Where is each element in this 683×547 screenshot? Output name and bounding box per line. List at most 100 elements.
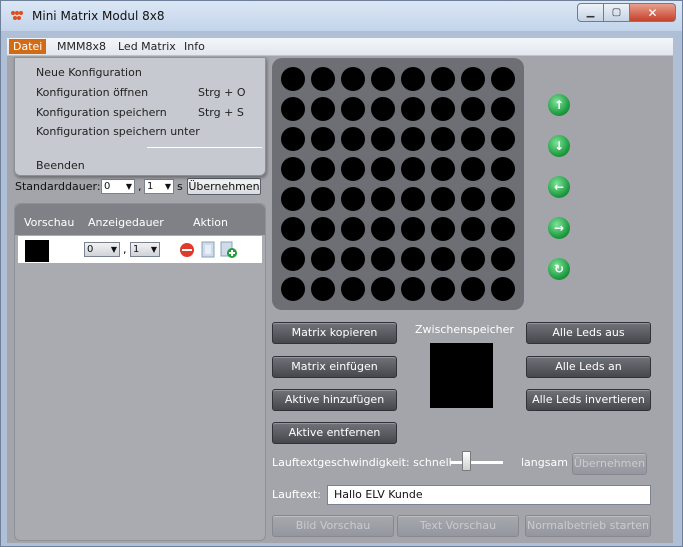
- led-6-6[interactable]: [461, 247, 485, 271]
- remove-active-button[interactable]: Aktive entfernen: [272, 422, 397, 444]
- led-5-7[interactable]: [491, 217, 515, 241]
- led-6-7[interactable]: [491, 247, 515, 271]
- led-0-7[interactable]: [491, 67, 515, 91]
- led-6-3[interactable]: [371, 247, 395, 271]
- row-tenths-combo[interactable]: 1 ▼: [130, 242, 160, 257]
- led-4-3[interactable]: [371, 187, 395, 211]
- led-2-6[interactable]: [461, 127, 485, 151]
- speed-slider-thumb[interactable]: [462, 451, 471, 471]
- matrix-paste-button[interactable]: Matrix einfügen: [272, 356, 397, 378]
- close-icon[interactable]: ✕: [630, 3, 676, 22]
- led-1-4[interactable]: [401, 97, 425, 121]
- led-1-6[interactable]: [461, 97, 485, 121]
- led-7-4[interactable]: [401, 277, 425, 301]
- list-item[interactable]: 0 ▼ , 1 ▼: [18, 236, 262, 263]
- led-3-4[interactable]: [401, 157, 425, 181]
- menu-item-exit[interactable]: Beenden: [36, 159, 85, 172]
- right-arrow-icon[interactable]: →: [548, 217, 570, 239]
- speed-apply-button[interactable]: Übernehmen: [572, 453, 647, 475]
- led-6-0[interactable]: [281, 247, 305, 271]
- led-4-1[interactable]: [311, 187, 335, 211]
- add-active-button[interactable]: Aktive hinzufügen: [272, 389, 397, 411]
- led-4-0[interactable]: [281, 187, 305, 211]
- led-3-6[interactable]: [461, 157, 485, 181]
- led-5-6[interactable]: [461, 217, 485, 241]
- led-3-1[interactable]: [311, 157, 335, 181]
- led-2-1[interactable]: [311, 127, 335, 151]
- led-4-5[interactable]: [431, 187, 455, 211]
- minimize-icon[interactable]: ▁: [577, 3, 604, 22]
- led-3-0[interactable]: [281, 157, 305, 181]
- led-2-2[interactable]: [341, 127, 365, 151]
- led-0-5[interactable]: [431, 67, 455, 91]
- led-7-2[interactable]: [341, 277, 365, 301]
- led-1-1[interactable]: [311, 97, 335, 121]
- image-preview-button[interactable]: Bild Vorschau: [272, 515, 394, 537]
- led-4-4[interactable]: [401, 187, 425, 211]
- led-7-0[interactable]: [281, 277, 305, 301]
- led-6-2[interactable]: [341, 247, 365, 271]
- menu-item-save-as[interactable]: Konfiguration speichern unter: [36, 125, 200, 138]
- led-5-2[interactable]: [341, 217, 365, 241]
- led-7-1[interactable]: [311, 277, 335, 301]
- led-2-0[interactable]: [281, 127, 305, 151]
- menu-info[interactable]: Info: [180, 39, 209, 54]
- led-7-6[interactable]: [461, 277, 485, 301]
- delete-icon[interactable]: [179, 242, 195, 258]
- led-3-7[interactable]: [491, 157, 515, 181]
- led-0-0[interactable]: [281, 67, 305, 91]
- matrix-copy-button[interactable]: Matrix kopieren: [272, 322, 397, 344]
- led-1-7[interactable]: [491, 97, 515, 121]
- led-4-2[interactable]: [341, 187, 365, 211]
- led-6-4[interactable]: [401, 247, 425, 271]
- led-3-2[interactable]: [341, 157, 365, 181]
- row-seconds-combo[interactable]: 0 ▼: [84, 242, 120, 257]
- led-2-5[interactable]: [431, 127, 455, 151]
- all-leds-on-button[interactable]: Alle Leds an: [526, 356, 651, 378]
- led-5-4[interactable]: [401, 217, 425, 241]
- led-6-5[interactable]: [431, 247, 455, 271]
- add-copy-icon[interactable]: [220, 241, 238, 259]
- led-0-6[interactable]: [461, 67, 485, 91]
- up-arrow-icon[interactable]: ↑: [548, 94, 570, 116]
- maximize-icon[interactable]: ▢: [604, 3, 630, 22]
- led-2-4[interactable]: [401, 127, 425, 151]
- menu-item-open-config[interactable]: Konfiguration öffnen: [36, 86, 148, 99]
- left-arrow-icon[interactable]: ←: [548, 176, 570, 198]
- led-5-3[interactable]: [371, 217, 395, 241]
- standard-apply-button[interactable]: Übernehmen: [187, 178, 261, 195]
- led-1-0[interactable]: [281, 97, 305, 121]
- speed-slider-track[interactable]: [450, 461, 503, 464]
- down-arrow-icon[interactable]: ↓: [548, 135, 570, 157]
- menu-mmm8x8[interactable]: MMM8x8: [53, 39, 110, 54]
- led-5-1[interactable]: [311, 217, 335, 241]
- led-2-3[interactable]: [371, 127, 395, 151]
- scrolltext-input[interactable]: Hallo ELV Kunde: [327, 485, 651, 505]
- rotate-icon[interactable]: ↻: [548, 258, 570, 280]
- all-leds-off-button[interactable]: Alle Leds aus: [526, 322, 651, 344]
- led-7-5[interactable]: [431, 277, 455, 301]
- led-0-4[interactable]: [401, 67, 425, 91]
- led-4-7[interactable]: [491, 187, 515, 211]
- led-3-5[interactable]: [431, 157, 455, 181]
- led-0-3[interactable]: [371, 67, 395, 91]
- menu-datei[interactable]: Datei: [9, 39, 47, 54]
- led-6-1[interactable]: [311, 247, 335, 271]
- led-2-7[interactable]: [491, 127, 515, 151]
- led-1-5[interactable]: [431, 97, 455, 121]
- standard-seconds-combo[interactable]: 0 ▼: [101, 179, 135, 194]
- led-3-3[interactable]: [371, 157, 395, 181]
- title-bar[interactable]: Mini Matrix Modul 8x8 ▁ ▢ ✕: [1, 1, 682, 31]
- copy-icon[interactable]: [201, 241, 215, 258]
- led-1-2[interactable]: [341, 97, 365, 121]
- led-5-0[interactable]: [281, 217, 305, 241]
- normal-mode-button[interactable]: Normalbetrieb starten: [525, 515, 651, 537]
- led-5-5[interactable]: [431, 217, 455, 241]
- led-0-2[interactable]: [341, 67, 365, 91]
- menu-item-save-config[interactable]: Konfiguration speichern: [36, 106, 167, 119]
- led-4-6[interactable]: [461, 187, 485, 211]
- led-matrix[interactable]: [272, 58, 524, 310]
- led-7-3[interactable]: [371, 277, 395, 301]
- text-preview-button[interactable]: Text Vorschau: [397, 515, 519, 537]
- led-1-3[interactable]: [371, 97, 395, 121]
